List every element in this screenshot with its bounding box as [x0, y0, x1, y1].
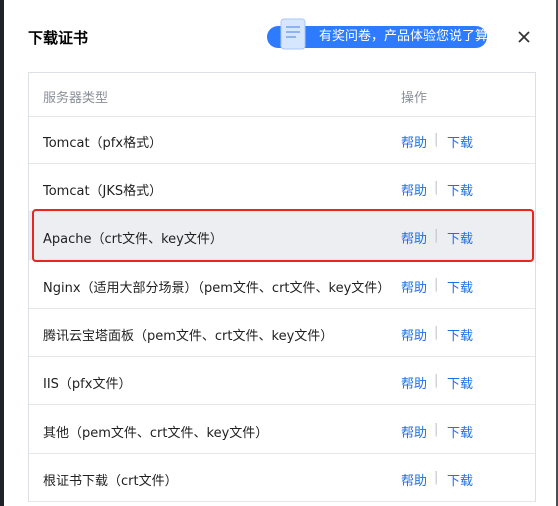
download-link[interactable]: 下载: [447, 228, 473, 247]
help-link[interactable]: 帮助: [401, 422, 427, 441]
divider: |: [434, 470, 439, 485]
divider: |: [434, 325, 439, 340]
help-link[interactable]: 帮助: [401, 132, 427, 151]
table-row: Tomcat（JKS格式） 帮助 | 下载: [29, 164, 535, 212]
server-type-label: Tomcat（pfx格式）: [43, 136, 163, 151]
download-link[interactable]: 下载: [447, 373, 473, 392]
server-type-label: 根证书下载（crt文件）: [43, 474, 178, 489]
server-type-label: Nginx（适用大部分场景）（pem文件、crt文件、key文件）: [43, 281, 391, 296]
certificate-table: 服务器类型 操作 Tomcat（pfx格式） 帮助 | 下载 Tomcat（JK…: [28, 72, 536, 502]
document-icon: [280, 18, 306, 50]
table-row: IIS（pfx文件） 帮助 | 下载: [29, 357, 535, 405]
survey-banner-button[interactable]: 有奖问卷，产品体验您说了算: [267, 18, 489, 50]
download-link[interactable]: 下载: [447, 470, 473, 489]
table-row: 腾讯云宝塔面板（pem文件、crt文件、key文件） 帮助 | 下载: [29, 309, 535, 357]
close-icon[interactable]: [516, 29, 532, 45]
server-type-label: Tomcat（JKS格式）: [43, 184, 163, 199]
survey-banner-label: 有奖问卷，产品体验您说了算: [319, 29, 489, 44]
divider: |: [434, 132, 439, 147]
download-certificate-dialog: 下载证书 有奖问卷，产品体验您说了算 服务器类型 操作 Tomcat（pfx格式…: [0, 0, 558, 506]
download-link[interactable]: 下载: [447, 277, 473, 296]
help-link[interactable]: 帮助: [401, 277, 427, 296]
help-link[interactable]: 帮助: [401, 325, 427, 344]
table-row: 根证书下载（crt文件） 帮助 | 下载: [29, 454, 535, 502]
server-type-label: IIS（pfx文件）: [43, 377, 132, 392]
column-header-operation: 操作: [401, 91, 428, 106]
download-link[interactable]: 下载: [447, 325, 473, 344]
download-link[interactable]: 下载: [447, 132, 473, 151]
help-link[interactable]: 帮助: [401, 470, 427, 489]
divider: |: [434, 180, 439, 195]
server-type-label: 其他（pem文件、crt文件、key文件）: [43, 426, 269, 441]
table-row: 其他（pem文件、crt文件、key文件） 帮助 | 下载: [29, 406, 535, 454]
help-link[interactable]: 帮助: [401, 373, 427, 392]
column-header-server-type: 服务器类型: [43, 91, 109, 106]
divider: |: [434, 373, 439, 388]
table-row: Tomcat（pfx格式） 帮助 | 下载: [29, 116, 535, 164]
dialog-title: 下载证书: [28, 29, 89, 47]
help-link[interactable]: 帮助: [401, 228, 427, 247]
help-link[interactable]: 帮助: [401, 180, 427, 199]
server-type-label: 腾讯云宝塔面板（pem文件、crt文件、key文件）: [43, 329, 334, 344]
download-link[interactable]: 下载: [447, 180, 473, 199]
table-row: Nginx（适用大部分场景）（pem文件、crt文件、key文件） 帮助 | 下…: [29, 261, 535, 309]
table-row-highlighted: Apache（crt文件、key文件） 帮助 | 下载: [29, 212, 535, 260]
divider: |: [434, 228, 439, 243]
download-link[interactable]: 下载: [447, 422, 473, 441]
divider: |: [434, 277, 439, 292]
divider: |: [434, 422, 439, 437]
server-type-label: Apache（crt文件、key文件）: [43, 232, 223, 247]
table-header: 服务器类型 操作: [29, 73, 535, 117]
